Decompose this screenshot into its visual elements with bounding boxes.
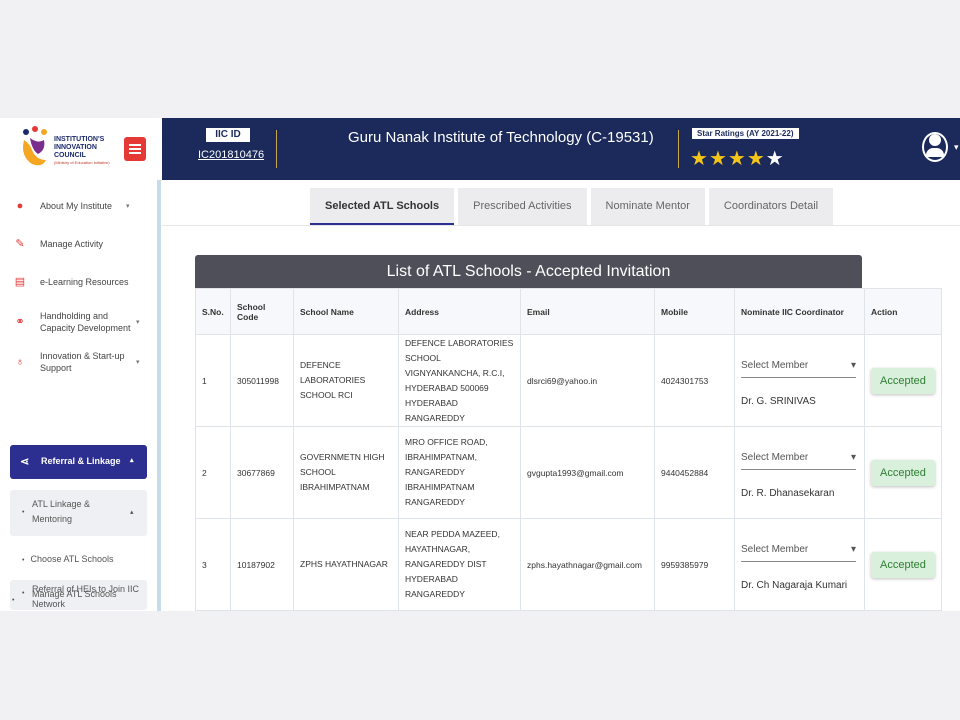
cell-coordinator: Select Member ▾ Dr. R. Dhanasekaran [734, 426, 865, 519]
col-mobile: Mobile [654, 288, 735, 335]
app-window: INSTITUTION'S INNOVATION COUNCIL (Minist… [0, 118, 960, 611]
cell-address: MRO OFFICE ROAD, IBRAHIMPATNAM, RANGARED… [398, 426, 521, 519]
col-coordinator: Nominate IIC Coordinator [734, 288, 865, 335]
atl-schools-table: S.No. School Code School Name Address Em… [195, 288, 942, 611]
col-address: Address [398, 288, 521, 335]
star-icon: ★ [727, 148, 747, 170]
coordinator-name: Dr. R. Dhanasekaran [741, 488, 835, 499]
list-title: List of ATL Schools - Accepted Invitatio… [195, 255, 862, 288]
chevron-down-icon[interactable]: ▾ [954, 142, 959, 153]
col-action: Action [864, 288, 942, 335]
cell-sno: 1 [195, 334, 231, 427]
cell-action: Accepted [864, 518, 942, 611]
edit-icon: ✎ [15, 238, 25, 250]
logo-text: INSTITUTION'S INNOVATION COUNCIL (Minist… [54, 136, 110, 165]
book-icon: ▤ [14, 276, 26, 288]
header-divider [678, 130, 679, 168]
chevron-up-icon: ▴ [130, 457, 134, 464]
select-member-dropdown[interactable]: Select Member ▾ [741, 354, 856, 378]
sidebar-scrollbar[interactable] [157, 180, 161, 611]
col-school-code: School Code [230, 288, 294, 335]
institute-name: Guru Nanak Institute of Technology (C-19… [348, 129, 654, 146]
cell-code: 10187902 [230, 518, 294, 611]
cell-address: DEFENCE LABORATORIES SCHOOL VIGNYANKANCH… [398, 334, 521, 427]
cell-mobile: 9440452884 [654, 426, 735, 519]
cell-mobile: 9959385979 [654, 518, 735, 611]
sidebar: ● About My Institute ▾ ✎ Manage Activity… [0, 180, 157, 611]
share-icon: ⋖ [20, 456, 30, 468]
sidebar-item-innovation[interactable]: ♁ Innovation & Start-up Support ▾ [14, 350, 154, 374]
cell-sno: 3 [195, 518, 231, 611]
star-icon: ★ [746, 148, 766, 170]
cell-coordinator: Select Member ▾ Dr. Ch Nagaraja Kumari [734, 518, 865, 611]
tab-prescribed-activities[interactable]: Prescribed Activities [458, 188, 587, 225]
sidebar-item-manage-activity[interactable]: ✎ Manage Activity [14, 238, 154, 250]
accepted-button[interactable]: Accepted [871, 459, 935, 486]
user-avatar-icon[interactable] [922, 132, 948, 162]
sidebar-item-elearning[interactable]: ▤ e-Learning Resources [14, 276, 154, 288]
cell-action: Accepted [864, 426, 942, 519]
table-header-row: S.No. School Code School Name Address Em… [195, 288, 942, 335]
star-icon: ★ [708, 148, 728, 170]
chevron-down-icon: ▾ [136, 319, 140, 326]
chevron-up-icon: ▴ [130, 509, 134, 516]
tab-bar: Selected ATL Schools Prescribed Activiti… [310, 188, 834, 225]
iic-id-link[interactable]: IC201810476 [198, 149, 264, 161]
caret-down-icon: ▾ [850, 544, 856, 555]
cell-email: dlsrci69@yahoo.in [520, 334, 655, 427]
iic-logo-icon [23, 126, 47, 166]
select-member-dropdown[interactable]: Select Member ▾ [741, 538, 856, 562]
table-row: 3 10187902 ZPHS HAYATHNAGAR NEAR PEDDA M… [195, 518, 942, 611]
sidebar-item-atl-linkage[interactable]: • ATL Linkage & Mentoring ▴ [10, 490, 147, 536]
cell-sno: 2 [195, 426, 231, 519]
cell-name: GOVERNMETN HIGH SCHOOL IBRAHIMPATNAM [293, 426, 399, 519]
star-rating-label: Star Ratings (AY 2021-22) [692, 128, 799, 139]
hamburger-menu-button[interactable] [124, 137, 146, 161]
coordinator-name: Dr. Ch Nagaraja Kumari [741, 580, 848, 591]
table-row: 1 305011998 DEFENCE LABORATORIES SCHOOL … [195, 334, 942, 427]
sidebar-link-choose-atl[interactable]: • Choose ATL Schools [22, 554, 114, 564]
sidebar-item-referral-heis[interactable]: • Referral of HEIs to Join IIC Network [12, 582, 142, 611]
sidebar-item-about[interactable]: ● About My Institute ▾ [14, 200, 154, 212]
cell-email: gvgupta1993@gmail.com [520, 426, 655, 519]
cell-email: zphs.hayathnagar@gmail.com [520, 518, 655, 611]
caret-down-icon: ▾ [850, 360, 856, 371]
accepted-button[interactable]: Accepted [871, 551, 935, 578]
col-email: Email [520, 288, 655, 335]
cell-mobile: 4024301753 [654, 334, 735, 427]
caret-down-icon: ▾ [850, 452, 856, 463]
star-icon: ★ [690, 148, 709, 170]
chevron-down-icon: ▾ [126, 203, 130, 210]
iic-id-label: IIC ID [206, 128, 250, 142]
cell-name: ZPHS HAYATHNAGAR [293, 518, 399, 611]
cell-address: NEAR PEDDA MAZEED, HAYATHNAGAR, RANGARED… [398, 518, 521, 611]
tab-selected-atl-schools[interactable]: Selected ATL Schools [310, 188, 455, 225]
header-bar: IIC ID IC201810476 Guru Nanak Institute … [162, 118, 960, 180]
cell-action: Accepted [864, 334, 942, 427]
cell-code: 305011998 [230, 334, 294, 427]
cell-code: 30677869 [230, 426, 294, 519]
header-divider [276, 130, 277, 168]
tab-underline [162, 225, 960, 226]
sidebar-item-handholding[interactable]: ⚭ Handholding and Capacity Development ▾ [14, 310, 154, 334]
col-sno: S.No. [195, 288, 231, 335]
person-icon: ● [16, 200, 24, 212]
chevron-down-icon: ▾ [136, 359, 140, 366]
sidebar-item-referral-linkage[interactable]: ⋖ Referral & Linkage ▴ [10, 445, 147, 479]
coordinator-name: Dr. G. SRINIVAS [741, 396, 816, 407]
tab-coordinators-detail[interactable]: Coordinators Detail [708, 188, 834, 225]
star-rating: ★★★★★ [690, 146, 785, 171]
cell-name: DEFENCE LABORATORIES SCHOOL RCI [293, 334, 399, 427]
col-school-name: School Name [293, 288, 399, 335]
logo-area: INSTITUTION'S INNOVATION COUNCIL (Minist… [0, 118, 162, 181]
tab-nominate-mentor[interactable]: Nominate Mentor [590, 188, 705, 225]
handshake-icon: ⚭ [15, 316, 25, 328]
accepted-button[interactable]: Accepted [871, 367, 935, 394]
star-empty-icon: ★ [765, 148, 785, 170]
bulb-icon: ♁ [15, 356, 25, 368]
cell-coordinator: Select Member ▾ Dr. G. SRINIVAS [734, 334, 865, 427]
select-member-dropdown[interactable]: Select Member ▾ [741, 446, 856, 470]
table-row: 2 30677869 GOVERNMETN HIGH SCHOOL IBRAHI… [195, 426, 942, 519]
